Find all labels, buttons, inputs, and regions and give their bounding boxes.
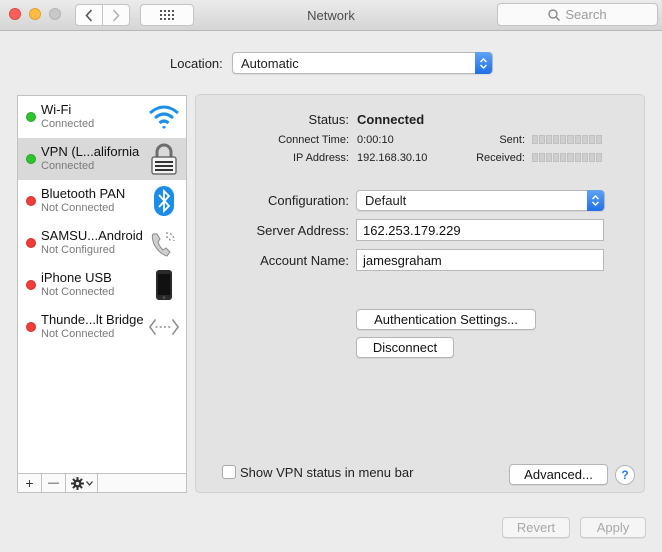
advanced-button[interactable]: Advanced... bbox=[509, 464, 608, 485]
service-status: Not Connected bbox=[41, 286, 115, 298]
status-dot bbox=[26, 112, 36, 122]
show-vpn-status-checkbox[interactable] bbox=[222, 465, 236, 479]
sent-label: Sent: bbox=[499, 134, 525, 146]
phone-handset-icon bbox=[148, 227, 180, 259]
wifi-icon bbox=[148, 101, 180, 133]
service-status: Not Connected bbox=[41, 328, 115, 340]
service-item-wifi[interactable]: Wi-Fi Connected bbox=[18, 96, 186, 138]
service-item-bluetooth-pan[interactable]: Bluetooth PAN Not Connected bbox=[18, 180, 186, 222]
status-dot bbox=[26, 280, 36, 290]
service-list: Wi-Fi Connected VPN (L...alifornia Conne… bbox=[17, 95, 187, 493]
location-value: Automatic bbox=[241, 56, 299, 71]
authentication-settings-button[interactable]: Authentication Settings... bbox=[356, 309, 536, 330]
action-menu-button[interactable] bbox=[66, 474, 98, 492]
received-meter bbox=[532, 153, 602, 162]
service-item-iphone-usb[interactable]: iPhone USB Not Connected bbox=[18, 264, 186, 306]
status-dot bbox=[26, 154, 36, 164]
show-vpn-status-label: Show VPN status in menu bar bbox=[240, 465, 414, 480]
service-name: iPhone USB bbox=[41, 270, 112, 285]
status-dot bbox=[26, 196, 36, 206]
connect-time-label: Connect Time: bbox=[278, 134, 349, 146]
service-name: Thunde...lt Bridge bbox=[41, 312, 144, 327]
service-name: VPN (L...alifornia bbox=[41, 144, 140, 159]
vpn-detail-panel: Status: Connected Connect Time: 0:00:10 … bbox=[195, 94, 645, 493]
received-label: Received: bbox=[476, 152, 525, 164]
location-label: Location: bbox=[170, 56, 223, 71]
gear-icon bbox=[70, 476, 84, 490]
account-name-field[interactable]: jamesgraham bbox=[356, 249, 604, 271]
service-status: Not Connected bbox=[41, 202, 115, 214]
status-value: Connected bbox=[357, 112, 425, 127]
configuration-label: Configuration: bbox=[268, 193, 349, 208]
connect-time-value: 0:00:10 bbox=[357, 134, 394, 146]
ip-address-label: IP Address: bbox=[292, 152, 349, 164]
popup-arrows-icon bbox=[475, 52, 492, 74]
status-label: Status: bbox=[308, 112, 349, 127]
bluetooth-icon bbox=[148, 185, 180, 217]
status-dot bbox=[26, 238, 36, 248]
configuration-popup[interactable]: Default bbox=[356, 190, 605, 211]
service-list-controls: + — bbox=[18, 473, 186, 492]
chevron-down-icon bbox=[85, 480, 93, 486]
sent-meter bbox=[532, 135, 602, 144]
configuration-value: Default bbox=[365, 193, 407, 208]
server-address-label: Server Address: bbox=[256, 223, 350, 238]
service-status: Not Configured bbox=[41, 244, 115, 256]
revert-button[interactable]: Revert bbox=[502, 517, 570, 538]
service-item-samsung-android[interactable]: SAMSU...Android Not Configured bbox=[18, 222, 186, 264]
service-name: SAMSU...Android bbox=[41, 228, 143, 243]
service-name: Wi-Fi bbox=[41, 102, 72, 117]
apply-button[interactable]: Apply bbox=[580, 517, 646, 538]
ip-address-value: 192.168.30.10 bbox=[357, 152, 428, 164]
popup-arrows-icon bbox=[587, 190, 604, 211]
service-item-thunderbolt-bridge[interactable]: Thunde...lt Bridge Not Connected bbox=[18, 306, 186, 348]
vpn-lock-icon bbox=[148, 143, 180, 175]
search-icon bbox=[548, 8, 561, 21]
search-input[interactable]: Search bbox=[497, 3, 658, 26]
service-name: Bluetooth PAN bbox=[41, 186, 126, 201]
service-item-vpn[interactable]: VPN (L...alifornia Connected bbox=[18, 138, 186, 180]
account-name-label: Account Name: bbox=[260, 253, 349, 268]
disconnect-button[interactable]: Disconnect bbox=[356, 337, 454, 358]
service-status: Connected bbox=[41, 160, 95, 172]
search-placeholder: Search bbox=[565, 7, 607, 22]
add-service-button[interactable]: + bbox=[18, 474, 42, 492]
service-status: Connected bbox=[41, 118, 95, 130]
help-button[interactable]: ? bbox=[615, 465, 635, 485]
remove-service-button[interactable]: — bbox=[42, 474, 66, 492]
title-bar: Network Search bbox=[0, 0, 662, 31]
iphone-icon bbox=[148, 269, 180, 301]
thunderbolt-bridge-icon bbox=[148, 311, 180, 343]
status-dot bbox=[26, 322, 36, 332]
server-address-field[interactable]: 162.253.179.229 bbox=[356, 219, 604, 241]
location-popup[interactable]: Automatic bbox=[232, 52, 493, 74]
